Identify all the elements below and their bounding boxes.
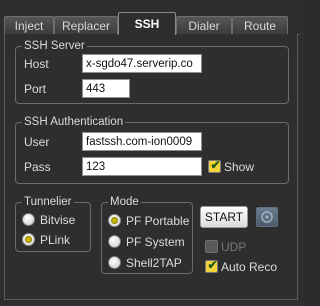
plink-label: PLink xyxy=(40,233,71,247)
pf-system-label: PF System xyxy=(126,235,185,249)
shell2tap-label: Shell2TAP xyxy=(126,256,182,270)
udp-label: UDP xyxy=(221,240,247,254)
user-label: User xyxy=(24,135,50,149)
tab-ssh[interactable]: SSH xyxy=(118,12,176,35)
ssh-server-legend: SSH Server xyxy=(22,39,87,53)
pf-system-radio[interactable] xyxy=(108,235,121,248)
pf-portable-label: PF Portable xyxy=(126,214,190,228)
pf-portable-radio[interactable] xyxy=(108,214,121,227)
port-label: Port xyxy=(24,82,47,96)
show-password-checkbox[interactable]: ✔ xyxy=(208,158,221,173)
ssh-panel: SSH Server Host x-sgdo47.serverip.co Por… xyxy=(4,34,298,300)
radio-selected-dot xyxy=(26,237,31,242)
udp-checkbox[interactable] xyxy=(205,240,218,253)
tab-strip: Inject Replacer SSH Dialer Route xyxy=(4,12,300,35)
user-input[interactable]: fastssh.com-ion0009 xyxy=(82,132,202,151)
tunnelier-legend: Tunnelier xyxy=(22,195,74,209)
checkmark-icon: ✔ xyxy=(210,158,221,172)
tunnelier-group: Tunnelier Bitvise PLink xyxy=(15,195,91,252)
ssh-server-group: SSH Server Host x-sgdo47.serverip.co Por… xyxy=(15,39,289,104)
radio-selected-dot xyxy=(112,218,117,223)
network-icon xyxy=(261,211,273,223)
mode-group: Mode PF Portable PF System Shell2TAP xyxy=(101,195,193,274)
ssh-auth-legend: SSH Authentication xyxy=(22,115,126,129)
tab-replacer[interactable]: Replacer xyxy=(54,16,118,34)
bitvise-label: Bitvise xyxy=(40,213,76,227)
start-button[interactable]: START xyxy=(200,206,248,228)
pass-input[interactable]: 123 xyxy=(82,157,202,176)
port-input[interactable]: 443 xyxy=(82,79,130,98)
auto-reco-checkbox[interactable]: ✔ xyxy=(205,258,218,273)
app-window: Inject Replacer SSH Dialer Route SSH Ser… xyxy=(0,0,304,306)
host-input[interactable]: x-sgdo47.serverip.co xyxy=(82,54,202,73)
tab-route[interactable]: Route xyxy=(232,16,288,34)
mode-legend: Mode xyxy=(108,195,141,209)
tab-dialer[interactable]: Dialer xyxy=(176,16,232,34)
shell2tap-radio[interactable] xyxy=(108,256,121,269)
auto-reco-label: Auto Reco xyxy=(221,260,278,274)
ssh-auth-group: SSH Authentication User fastssh.com-ion0… xyxy=(15,115,289,184)
checkmark-icon: ✔ xyxy=(207,258,218,272)
plink-radio[interactable] xyxy=(22,233,35,246)
bitvise-radio[interactable] xyxy=(22,213,35,226)
pass-label: Pass xyxy=(24,160,51,174)
show-password-label: Show xyxy=(224,160,255,174)
host-label: Host xyxy=(24,57,49,71)
settings-button[interactable] xyxy=(256,207,278,227)
tab-inject[interactable]: Inject xyxy=(4,16,54,34)
